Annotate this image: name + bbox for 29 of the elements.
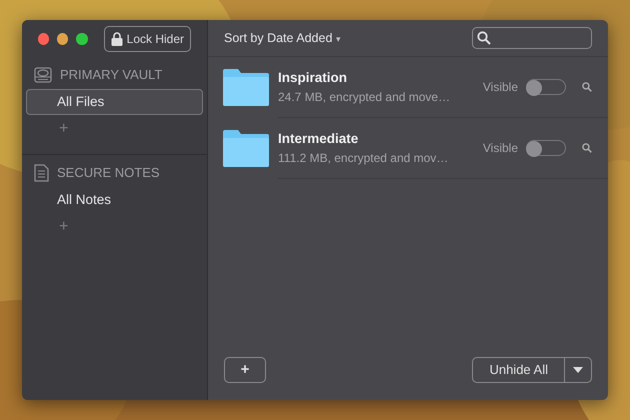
file-details: 24.7 MB, encrypted and move… bbox=[278, 89, 452, 106]
file-name: Inspiration bbox=[278, 68, 348, 87]
close-button[interactable] bbox=[38, 32, 50, 44]
sort-menu[interactable]: Sort by Date Added ▾ bbox=[224, 28, 341, 48]
drive-icon bbox=[34, 66, 52, 83]
caret-icon[interactable] bbox=[573, 367, 583, 373]
section-heading: PRIMARY VAULT bbox=[60, 66, 162, 84]
sidebar-item[interactable]: All Files bbox=[26, 88, 203, 115]
zoom-button[interactable] bbox=[76, 32, 88, 44]
section-heading: SECURE NOTES bbox=[57, 164, 160, 182]
file-name: Intermediate bbox=[278, 130, 360, 148]
folder-icon bbox=[223, 129, 269, 167]
status-label: Visible bbox=[482, 140, 518, 157]
minimize-button[interactable] bbox=[57, 32, 68, 44]
lock-button[interactable]: Lock Hider bbox=[104, 26, 192, 52]
search-icon[interactable] bbox=[582, 82, 592, 92]
visibility-toggle[interactable] bbox=[526, 140, 566, 156]
sidebar-item[interactable]: All Notes bbox=[26, 186, 203, 213]
status-label: Visible bbox=[482, 79, 518, 96]
search-field[interactable] bbox=[472, 27, 592, 49]
search-icon bbox=[477, 31, 491, 45]
folder-icon bbox=[223, 68, 269, 106]
file-details: 111.2 MB, encrypted and mov… bbox=[278, 150, 450, 168]
lock-icon bbox=[110, 32, 123, 46]
note-icon bbox=[34, 164, 49, 182]
search-icon[interactable] bbox=[582, 143, 592, 153]
unhide-all-control[interactable]: Unhide All bbox=[472, 357, 592, 383]
visibility-toggle[interactable] bbox=[526, 79, 566, 95]
add-button[interactable]: + bbox=[224, 357, 266, 383]
